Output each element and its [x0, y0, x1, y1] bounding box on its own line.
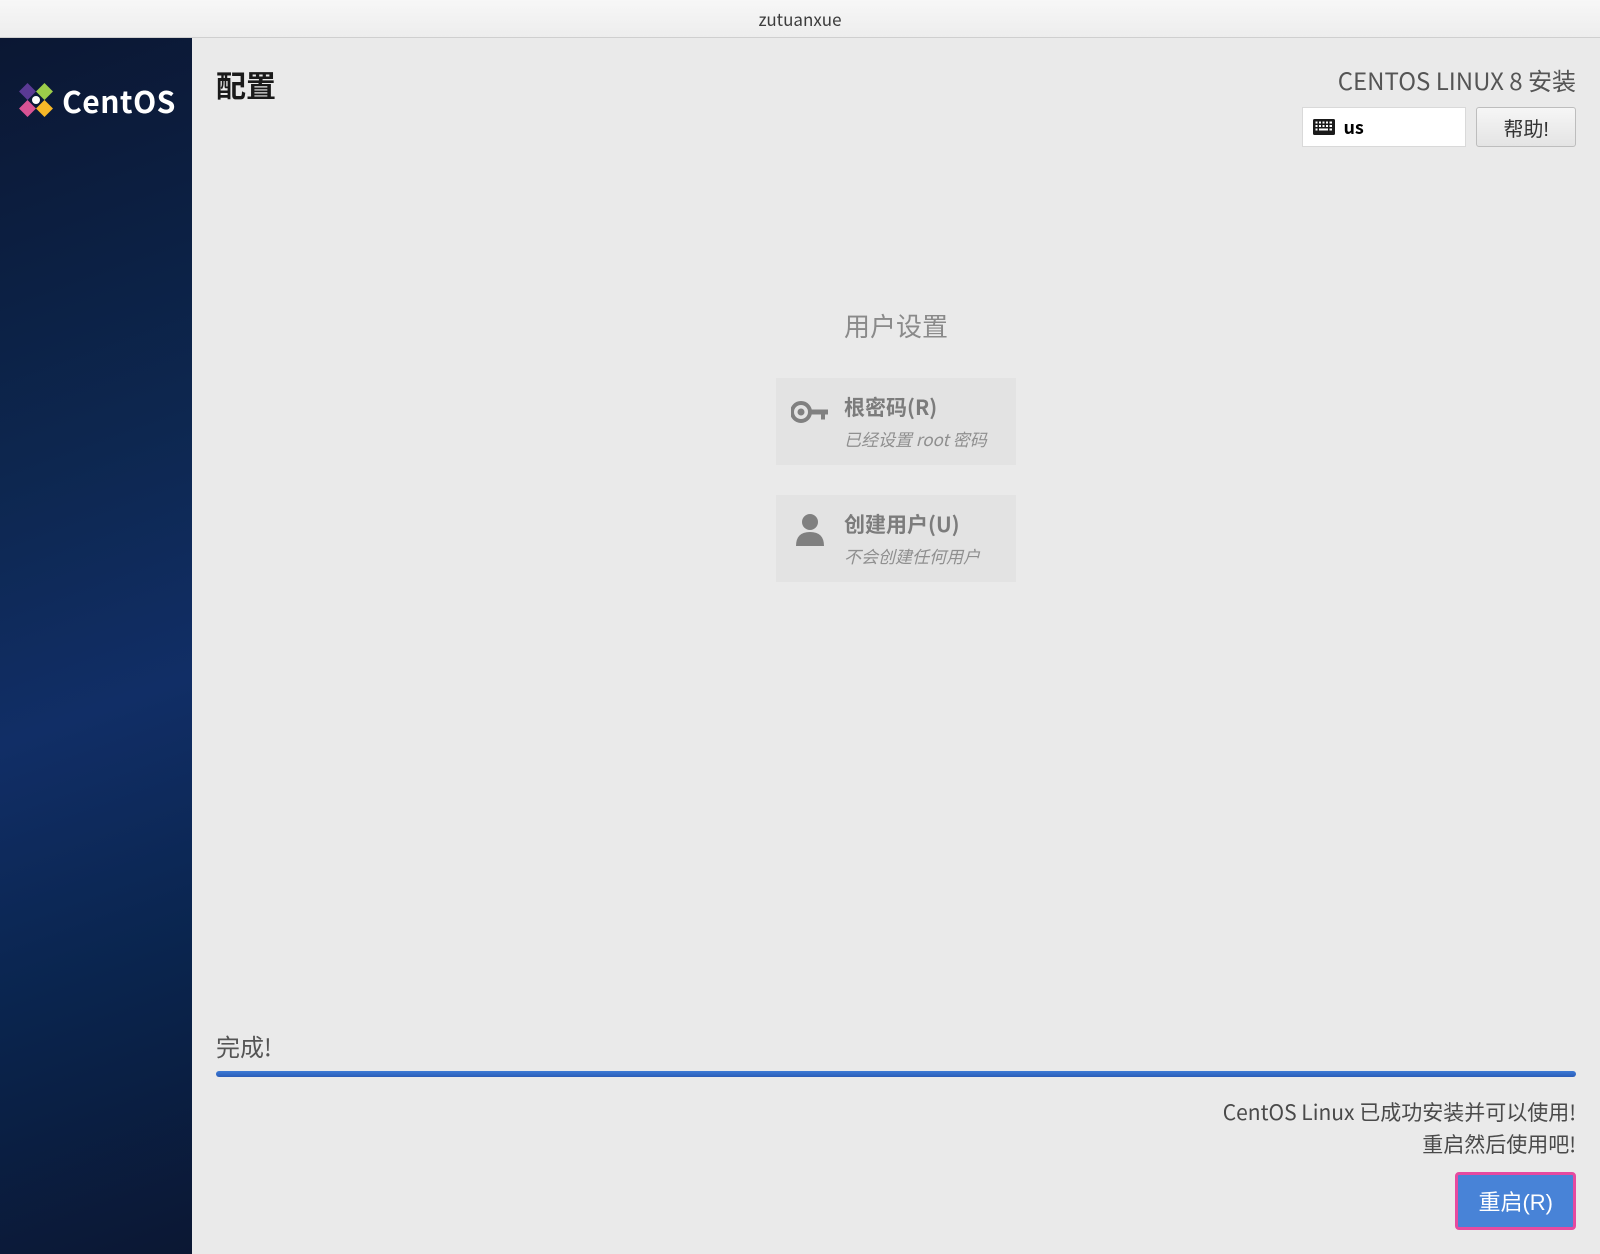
window-title: zutuanxue: [758, 6, 841, 31]
header: 配置 CENTOS LINUX 8 安装: [192, 38, 1600, 147]
main-content: 配置 CENTOS LINUX 8 安装: [192, 38, 1600, 1254]
help-button[interactable]: 帮助!: [1476, 107, 1576, 147]
reboot-region: 重启(R): [192, 1160, 1600, 1254]
user-icon: [790, 509, 830, 549]
centos-logo-icon: [16, 80, 56, 120]
window-titlebar: zutuanxue: [0, 0, 1600, 38]
install-title: CENTOS LINUX 8 安装: [1338, 62, 1576, 97]
root-password-title: 根密码(R): [844, 392, 1002, 422]
user-settings-title: 用户设置: [844, 307, 948, 344]
centos-brand: CentOS: [16, 78, 176, 122]
key-icon: [790, 392, 830, 432]
create-user-title: 创建用户(U): [844, 509, 1002, 539]
reboot-button[interactable]: 重启(R): [1455, 1172, 1576, 1230]
header-right-row: us 帮助!: [1302, 107, 1576, 147]
progress-label: 完成!: [216, 1028, 1576, 1063]
create-user-desc: 不会创建任何用户: [844, 543, 1002, 568]
create-user-text: 创建用户(U) 不会创建任何用户: [844, 509, 1002, 568]
root-password-text: 根密码(R) 已经设置 root 密码: [844, 392, 1002, 451]
keyboard-icon: [1313, 119, 1335, 135]
create-user-card[interactable]: 创建用户(U) 不会创建任何用户: [776, 495, 1016, 582]
status-line-1: CentOS Linux 已成功安装并可以使用!: [216, 1097, 1576, 1129]
center-area: 用户设置 根密码(R) 已经设置 root 密码: [192, 147, 1600, 1018]
header-right: CENTOS LINUX 8 安装: [1302, 62, 1576, 147]
sidebar: CentOS: [0, 38, 192, 1254]
status-line-2: 重启然后使用吧!: [216, 1129, 1576, 1161]
brand-name: CentOS: [62, 78, 176, 122]
window-body: CentOS 配置 CENTOS LINUX 8 安装: [0, 38, 1600, 1254]
progress-region: 完成!: [192, 1028, 1600, 1077]
keyboard-layout-indicator[interactable]: us: [1302, 107, 1466, 147]
status-region: CentOS Linux 已成功安装并可以使用! 重启然后使用吧!: [192, 1077, 1600, 1160]
page-title: 配置: [216, 62, 276, 106]
root-password-desc: 已经设置 root 密码: [844, 426, 1002, 451]
keyboard-layout-label: us: [1343, 114, 1363, 140]
root-password-card[interactable]: 根密码(R) 已经设置 root 密码: [776, 378, 1016, 465]
